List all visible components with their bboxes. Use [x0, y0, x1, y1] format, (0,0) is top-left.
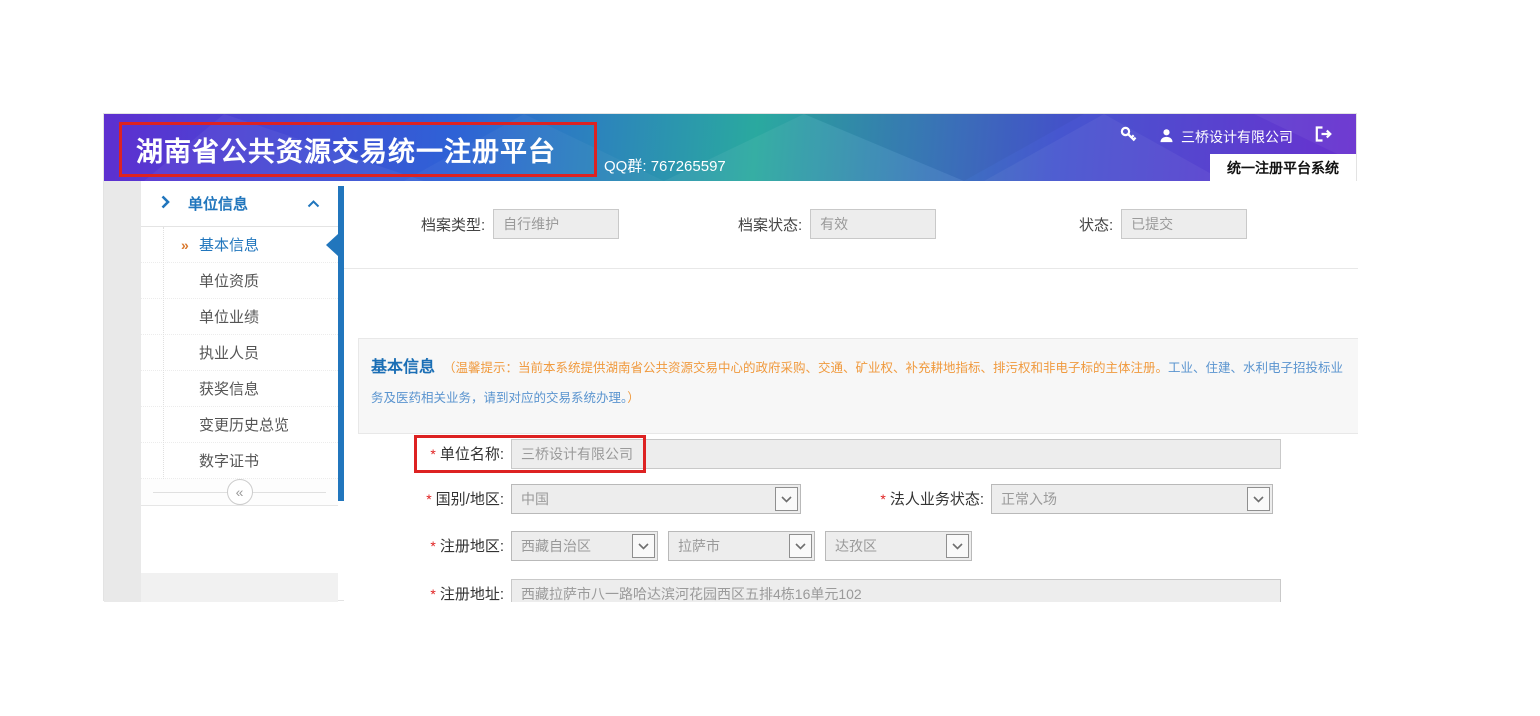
status-field: 已提交 [1121, 209, 1247, 239]
main-content: 档案类型: 自行维护 档案状态: 有效 状态: 已提交 基本信息 （温馨提示：当前… [344, 181, 1358, 602]
section-hint-close: ） [627, 391, 640, 405]
sidebar-collapse-button[interactable]: « [227, 479, 253, 505]
archive-status-label: 档案状态: [738, 214, 802, 235]
sidebar-group-unit-info[interactable]: 单位信息 [141, 181, 338, 227]
chevron-up-icon [307, 195, 320, 212]
qq-label: QQ群: [604, 158, 647, 175]
title-annotation-box: 湖南省公共资源交易统一注册平台 [119, 122, 597, 177]
tab-unified-registration-system[interactable]: 统一注册平台系统 [1210, 154, 1356, 181]
archive-status-field: 有效 [810, 209, 936, 239]
sidebar-item-digital-certificate[interactable]: 数字证书 [141, 443, 338, 479]
chevron-down-icon [632, 534, 655, 558]
sidebar-item-practitioners[interactable]: 执业人员 [141, 335, 338, 371]
sidebar-footer-area [141, 573, 338, 602]
user-icon [1159, 128, 1174, 146]
archive-type-field: 自行维护 [493, 209, 619, 239]
region-district-select[interactable]: 达孜区 [825, 531, 972, 561]
user-company-name: 三桥设计有限公司 [1181, 127, 1293, 147]
status-row: 档案类型: 自行维护 档案状态: 有效 状态: 已提交 [344, 181, 1358, 269]
page-title: 湖南省公共资源交易统一注册平台 [122, 130, 556, 169]
section-header-basic-info: 基本信息 （温馨提示：当前本系统提供湖南省公共资源交易中心的政府采购、交通、矿业权… [358, 338, 1358, 434]
sidebar-item-unit-performance[interactable]: 单位业绩 [141, 299, 338, 335]
sidebar-group-label: 单位信息 [188, 193, 248, 214]
chevron-right-icon [161, 195, 170, 213]
chevron-down-icon [946, 534, 969, 558]
legal-status-label: *法人业务状态: [744, 484, 984, 515]
sidebar-item-change-history[interactable]: 变更历史总览 [141, 407, 338, 443]
qq-number: 767265597 [651, 158, 726, 175]
header-banner: 湖南省公共资源交易统一注册平台 QQ群: 767265597 三桥 [104, 114, 1356, 181]
sidebar-item-unit-qualification[interactable]: 单位资质 [141, 263, 338, 299]
region-city-select[interactable]: 拉萨市 [668, 531, 815, 561]
logout-icon[interactable] [1315, 126, 1332, 147]
section-title: 基本信息 [371, 359, 435, 376]
address-field[interactable]: 西藏拉萨市八一路哈达滨河花园西区五排4栋16单元102 [511, 579, 1281, 602]
legal-status-select[interactable]: 正常入场 [991, 484, 1273, 514]
sidebar-item-awards[interactable]: 获奖信息 [141, 371, 338, 407]
active-marker-icon: » [181, 237, 199, 253]
qq-group-info: QQ群: 767265597 [604, 155, 726, 176]
address-label: *注册地址: [344, 579, 504, 602]
sidebar-item-basic-info[interactable]: » 基本信息 [141, 227, 338, 263]
country-label: *国别/地区: [344, 484, 504, 515]
user-account[interactable]: 三桥设计有限公司 [1159, 127, 1293, 147]
status-label: 状态: [1079, 214, 1113, 235]
unit-name-label: *单位名称: [344, 439, 504, 470]
region-label: *注册地区: [344, 531, 504, 562]
active-item-arrow [326, 234, 338, 256]
archive-type-label: 档案类型: [421, 214, 485, 235]
unit-name-field[interactable]: 三桥设计有限公司 [511, 439, 1281, 469]
key-icon[interactable] [1119, 125, 1137, 148]
app-window: 湖南省公共资源交易统一注册平台 QQ群: 767265597 三桥 [103, 113, 1357, 601]
left-gray-rail [104, 181, 141, 602]
chevron-down-icon [789, 534, 812, 558]
region-province-select[interactable]: 西藏自治区 [511, 531, 658, 561]
section-hint-orange: （温馨提示：当前本系统提供湖南省公共资源交易中心的政府采购、交通、矿业权、补充耕… [443, 361, 1168, 375]
chevron-down-icon [1247, 487, 1270, 511]
sidebar: 单位信息 » 基本信息 单位资质 单位业绩 执业人员 获奖信息 变更 [141, 181, 338, 602]
